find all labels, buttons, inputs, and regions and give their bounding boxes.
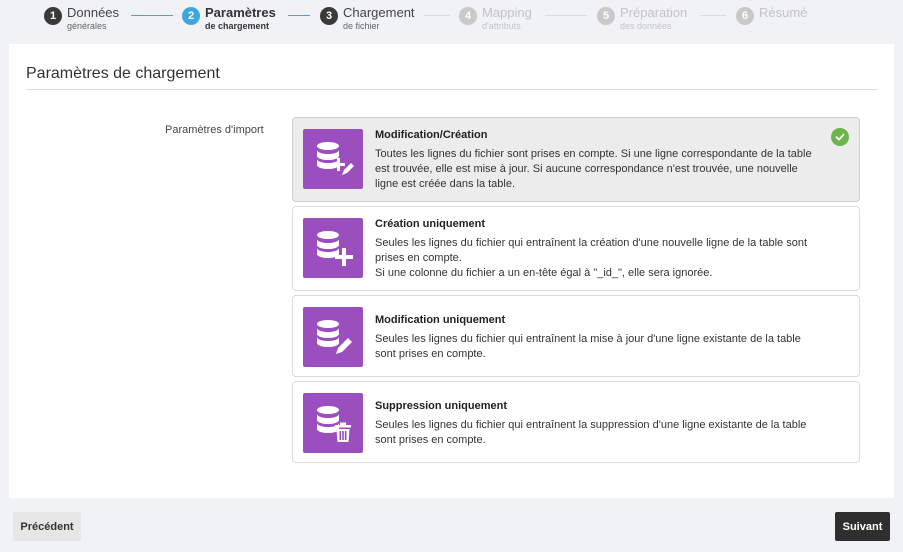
check-icon (831, 128, 849, 146)
option-title: Modification/Création (375, 129, 488, 141)
option-description-line1: Seules les lignes du fichier qui entraîn… (375, 237, 807, 264)
step-label: Chargement (343, 5, 415, 20)
previous-button[interactable]: Précédent (13, 512, 81, 541)
option-title: Suppression uniquement (375, 400, 508, 412)
step-resume[interactable]: 6 Résumé (736, 6, 807, 25)
database-plus-icon (303, 218, 363, 278)
step-label: Mapping (482, 5, 532, 20)
step-number: 3 (320, 7, 338, 25)
step-number: 1 (44, 7, 62, 25)
step-chargement-fichier[interactable]: 3 Chargement de fichier (320, 6, 415, 31)
option-creation-uniquement[interactable]: Création uniquement Seules les lignes du… (292, 206, 860, 291)
option-modification-uniquement[interactable]: Modification uniquement Seules les ligne… (292, 295, 860, 377)
step-mapping-attributs[interactable]: 4 Mapping d'attributs (459, 6, 532, 31)
database-delete-icon (303, 393, 363, 453)
next-button[interactable]: Suivant (835, 512, 890, 541)
option-description: Toutes les lignes du fichier sont prises… (375, 148, 812, 190)
step-connector (545, 15, 587, 16)
step-number: 6 (736, 7, 754, 25)
step-sublabel: de fichier (343, 21, 380, 31)
step-donnees-generales[interactable]: 1 Données générales (44, 6, 119, 31)
step-number: 2 (182, 7, 200, 25)
option-title: Modification uniquement (375, 314, 506, 326)
step-sublabel: générales (67, 21, 107, 31)
option-description-line2: Si une colonne du fichier a un en-tête é… (375, 267, 713, 279)
step-label: Préparation (620, 5, 688, 20)
step-connector (131, 15, 173, 16)
step-number: 5 (597, 7, 615, 25)
option-modification-creation[interactable]: Modification/Création Toutes les lignes … (292, 117, 860, 202)
step-sublabel: d'attributs (482, 21, 521, 31)
step-label: Paramètres (205, 5, 276, 20)
step-number: 4 (459, 7, 477, 25)
step-connector (424, 15, 450, 16)
panel-title: Paramètres de chargement (26, 65, 220, 82)
step-label: Données (67, 5, 120, 20)
step-sublabel: de chargement (205, 21, 270, 31)
step-label: Résumé (759, 5, 808, 20)
wizard-stepper: 1 Données générales 2 Paramètres de charge… (0, 0, 903, 42)
step-preparation-donnees[interactable]: 5 Préparation des données (597, 6, 687, 31)
step-connector (288, 15, 310, 16)
database-edit-icon (303, 307, 363, 367)
option-description: Seules les lignes du fichier qui entraîn… (375, 333, 801, 360)
option-suppression-uniquement[interactable]: Suppression uniquement Seules les lignes… (292, 381, 860, 463)
title-divider (26, 89, 877, 90)
step-parametres-chargement[interactable]: 2 Paramètres de chargement (182, 6, 276, 31)
option-description: Seules les lignes du fichier qui entraîn… (375, 236, 815, 281)
import-settings-label: Paramètres d'import (165, 124, 264, 136)
option-description: Seules les lignes du fichier qui entraîn… (375, 419, 807, 446)
step-sublabel: des données (620, 21, 672, 31)
option-title: Création uniquement (375, 218, 486, 230)
step-connector (700, 15, 726, 16)
database-edit-plus-icon (303, 129, 363, 189)
settings-panel: Paramètres de chargement Paramètres d'im… (9, 44, 894, 498)
